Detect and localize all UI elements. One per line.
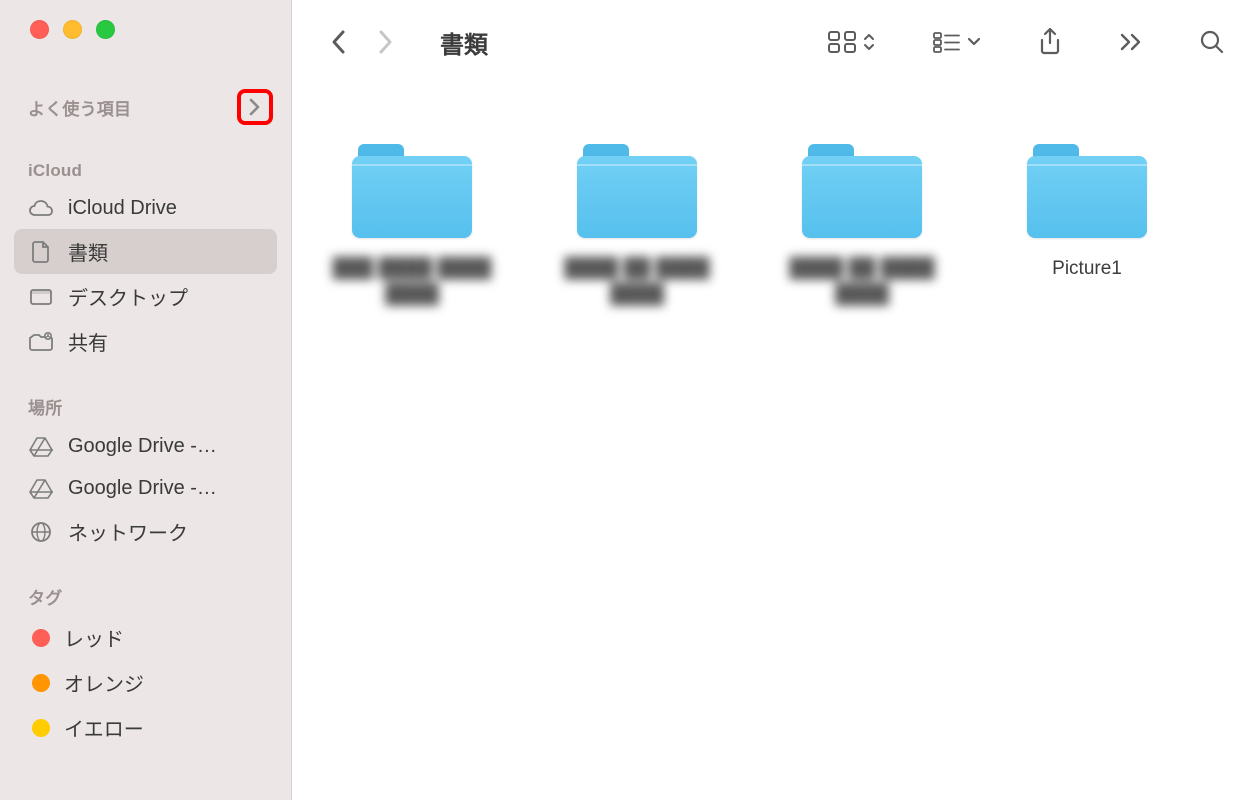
window-controls: [0, 20, 291, 39]
search-button[interactable]: [1191, 24, 1233, 60]
sidebar-item-label: Google Drive -…: [68, 477, 217, 500]
sidebar-item-label: 書類: [68, 237, 108, 266]
folder-item[interactable]: ████ ██ ████ ████: [772, 144, 952, 307]
sidebar-item-desktop[interactable]: デスクトップ: [14, 274, 277, 319]
sidebar-item-tag-yellow[interactable]: イエロー: [14, 705, 277, 750]
folder-icon: [577, 144, 697, 238]
group-icon: [931, 30, 961, 54]
group-by-button[interactable]: [923, 24, 989, 60]
gdrive-icon: [28, 475, 54, 501]
sidebar-item-documents[interactable]: 書類: [14, 229, 277, 274]
chevron-right-icon: [249, 98, 261, 116]
sidebar-section-locations-header: 場所: [0, 394, 291, 419]
sidebar-item-label: デスクトップ: [68, 282, 188, 311]
share-icon: [1037, 27, 1063, 57]
folder-item[interactable]: ███ ████ ████ ████: [322, 144, 502, 307]
file-grid: ███ ████ ████ ████ ████ ██ ████ ████ ███…: [322, 144, 1247, 307]
forward-button[interactable]: [372, 28, 400, 56]
document-icon: [28, 239, 54, 265]
chevron-left-icon: [329, 28, 347, 56]
file-grid-area[interactable]: ███ ████ ████ ████ ████ ██ ████ ████ ███…: [292, 84, 1257, 800]
sidebar-item-google-drive-1[interactable]: Google Drive -…: [14, 425, 277, 467]
chevron-down-icon: [967, 37, 981, 47]
sidebar-section-favorites-label: よく使う項目: [28, 95, 131, 120]
sidebar-item-icloud-drive[interactable]: iCloud Drive: [14, 187, 277, 229]
fullscreen-window-button[interactable]: [96, 20, 115, 39]
file-label: ████ ██ ████ ████: [547, 256, 727, 307]
sidebar-section-icloud-header: iCloud: [0, 161, 291, 181]
search-icon: [1199, 29, 1225, 55]
toolbar: 書類: [292, 0, 1257, 84]
folder-icon: [1027, 144, 1147, 238]
sidebar-section-tags-label: タグ: [28, 584, 62, 609]
sidebar-item-google-drive-2[interactable]: Google Drive -…: [14, 467, 277, 509]
more-toolbar-button[interactable]: [1111, 24, 1151, 60]
sidebar-item-label: 共有: [68, 327, 108, 356]
sidebar-item-label: レッド: [64, 623, 124, 652]
sidebar-section-icloud-label: iCloud: [28, 161, 82, 181]
tag-dot-icon: [32, 719, 50, 737]
updown-icon: [863, 32, 875, 52]
main-pane: 書類: [292, 0, 1257, 800]
sidebar-item-tag-orange[interactable]: オレンジ: [14, 660, 277, 705]
folder-icon: [352, 144, 472, 238]
file-label: Picture1: [1052, 256, 1122, 282]
sidebar-item-label: ネットワーク: [68, 517, 188, 546]
sidebar-item-label: オレンジ: [64, 668, 144, 697]
network-icon: [28, 519, 54, 545]
gdrive-icon: [28, 433, 54, 459]
minimize-window-button[interactable]: [63, 20, 82, 39]
tag-dot-icon: [32, 674, 50, 692]
file-label: ████ ██ ████ ████: [772, 256, 952, 307]
desktop-icon: [28, 284, 54, 310]
folder-item[interactable]: Picture1: [997, 144, 1177, 307]
chevrons-right-icon: [1119, 32, 1143, 52]
grid-view-icon: [827, 30, 857, 54]
sidebar-item-label: iCloud Drive: [68, 197, 177, 220]
sidebar-item-label: イエロー: [64, 713, 144, 742]
sidebar-section-tags-header: タグ: [0, 584, 291, 609]
cloud-icon: [28, 195, 54, 221]
folder-icon: [802, 144, 922, 238]
sidebar-item-network[interactable]: ネットワーク: [14, 509, 277, 554]
sidebar-section-favorites-header: よく使う項目: [0, 89, 291, 125]
tag-dot-icon: [32, 629, 50, 647]
sidebar-list-tags: レッド オレンジ イエロー: [0, 615, 291, 750]
file-label: ███ ████ ████ ████: [322, 256, 502, 307]
back-button[interactable]: [324, 28, 352, 56]
sidebar: よく使う項目 iCloud iCloud Drive 書類 デ: [0, 0, 292, 800]
shared-icon: [28, 329, 54, 355]
sidebar-list-locations: Google Drive -… Google Drive -… ネットワーク: [0, 425, 291, 554]
sidebar-item-label: Google Drive -…: [68, 435, 217, 458]
sidebar-item-tag-red[interactable]: レッド: [14, 615, 277, 660]
share-button[interactable]: [1029, 24, 1071, 60]
favorites-expand-toggle[interactable]: [237, 89, 273, 125]
sidebar-section-locations-label: 場所: [28, 394, 62, 419]
chevron-right-icon: [377, 28, 395, 56]
page-title: 書類: [440, 25, 488, 60]
sidebar-item-shared[interactable]: 共有: [14, 319, 277, 364]
view-mode-button[interactable]: [819, 24, 883, 60]
sidebar-list-icloud: iCloud Drive 書類 デスクトップ 共有: [0, 187, 291, 364]
folder-item[interactable]: ████ ██ ████ ████: [547, 144, 727, 307]
close-window-button[interactable]: [30, 20, 49, 39]
